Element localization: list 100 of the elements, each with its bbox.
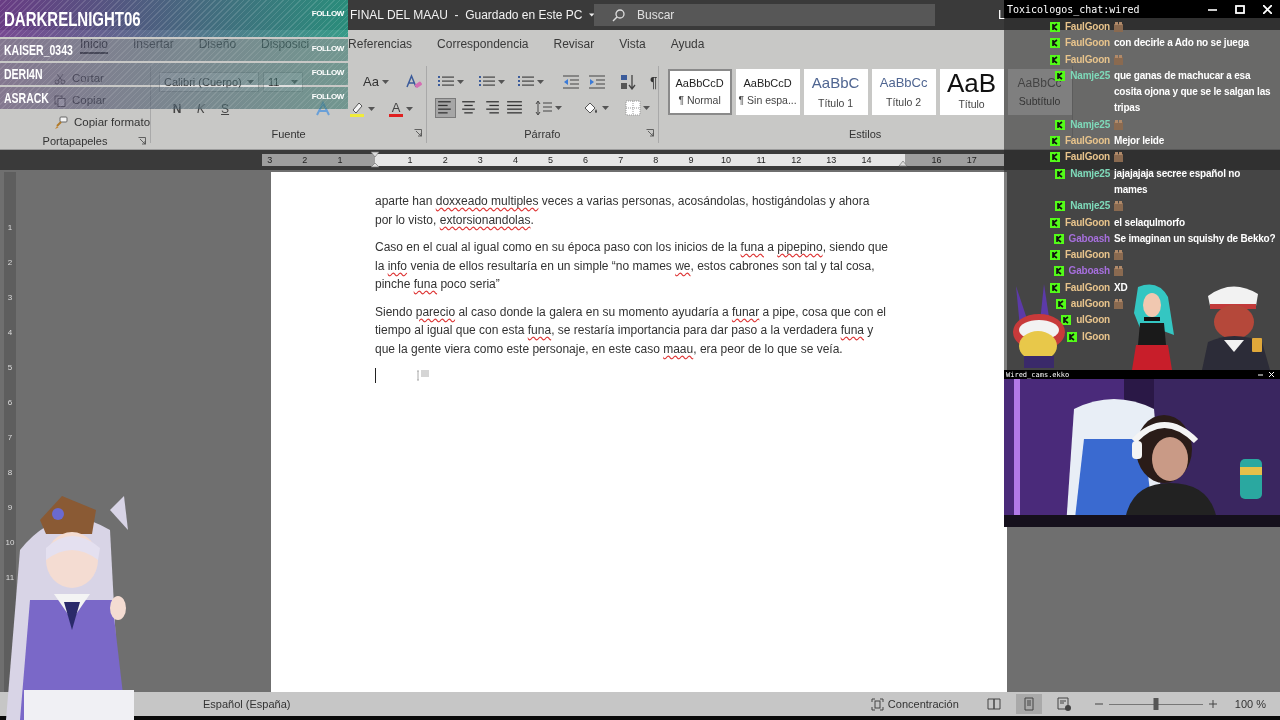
ruler-number: 3	[267, 154, 273, 166]
change-case-button[interactable]: Aa	[363, 72, 389, 92]
ribbon-tab[interactable]: Referencias	[348, 36, 413, 54]
dialog-launcher-icon[interactable]	[645, 129, 654, 137]
zoom-percentage: 100 %	[1234, 696, 1266, 712]
ruler-number: 4	[7, 328, 13, 338]
emote-icon	[1114, 152, 1123, 163]
chat-message: jajajajaja secree español no mames	[1114, 166, 1242, 197]
clipboard-command[interactable]: Copiar formato	[54, 112, 151, 133]
ruler-number: 3	[7, 293, 13, 303]
ruler-number: 1	[7, 223, 13, 233]
ribbon-tab[interactable]: Vista	[619, 36, 646, 54]
minimize-icon[interactable]	[1258, 372, 1263, 377]
copy-icon	[54, 94, 66, 107]
focus-button[interactable]: Concentración	[870, 695, 959, 713]
print-view-icon[interactable]	[1015, 694, 1042, 714]
ruler-number: 14	[861, 154, 872, 166]
search-field[interactable]: Buscar	[594, 4, 935, 26]
ribbon-tab[interactable]: Ayuda	[670, 36, 705, 54]
show-marks-button[interactable]: ¶	[650, 71, 658, 93]
ruler-number: 10	[5, 538, 15, 548]
badge-icon	[1049, 152, 1060, 163]
ribbon-tab[interactable]: Correspondencia	[437, 36, 529, 54]
ruler-number: 13	[826, 154, 837, 166]
badge-icon	[1049, 54, 1060, 65]
badge-icon	[1067, 331, 1078, 342]
dialog-launcher-icon[interactable]	[414, 129, 423, 137]
font-color-button[interactable]: A	[389, 101, 404, 117]
group-label: Párrafo	[524, 126, 561, 142]
line-spacing-icon[interactable]	[535, 100, 554, 116]
ruler-number: 5	[7, 363, 13, 373]
maximize-icon[interactable]	[1235, 4, 1245, 14]
search-input[interactable]: Buscar	[637, 6, 917, 24]
badge-icon	[1061, 315, 1072, 326]
chat-username: ulGoon	[1076, 313, 1110, 328]
ruler-number: 1	[407, 154, 413, 166]
chat-username: FaulGoon	[1064, 20, 1110, 34]
chat-message: Se imaginan un squishy de Bekko?	[1114, 231, 1276, 246]
indent-marker-icon[interactable]	[898, 160, 908, 168]
chat-username: FaulGoon	[1064, 150, 1110, 165]
caret-icon	[406, 107, 414, 111]
ruler-number: 12	[791, 154, 802, 166]
decrease-indent-icon[interactable]	[562, 75, 581, 89]
style-card[interactable]: AaBbCcD ¶ Normal	[667, 69, 732, 115]
style-card[interactable]: AaBbC Título 1	[803, 69, 868, 115]
ruler-number: 7	[618, 154, 624, 166]
paragraph: aparte han doxxeado multiples veces a varias personas, acosándolas, hostigándolas y ahora por lo visto, extorsionandolas.	[375, 193, 870, 229]
ruler-number: 5	[548, 154, 553, 166]
caret-icon	[537, 80, 545, 84]
language-status: Español (España)	[203, 696, 291, 712]
sort-icon[interactable]	[620, 74, 637, 90]
emote-icon	[1114, 22, 1123, 32]
text-effects-icon[interactable]	[315, 101, 332, 117]
caret-icon	[498, 80, 506, 84]
style-card[interactable]: AaBbCc Título 2	[871, 69, 936, 115]
follower-name: KAISER_0343	[4, 40, 73, 60]
caret-icon	[602, 106, 610, 110]
emote-icon	[1114, 250, 1123, 261]
follow-label: FOLLOW	[311, 67, 344, 79]
ruler-number: 1	[337, 154, 343, 166]
chat-username: lGoon	[1082, 329, 1110, 344]
ruler-number: 6	[583, 154, 589, 166]
increase-indent-icon[interactable]	[588, 75, 607, 89]
emote-icon	[1114, 201, 1123, 212]
chat-username: Namje25	[1070, 199, 1110, 214]
follower-name: ASRACK	[4, 88, 49, 108]
align-left-icon[interactable]	[435, 98, 457, 118]
ribbon-tab[interactable]: Revisar	[553, 36, 595, 54]
caret-icon	[588, 13, 594, 17]
style-card[interactable]: AaBbCcD ¶ Sin espa...	[735, 69, 800, 115]
follower-name: DARKRELNIGHT06	[4, 6, 141, 32]
zoom-slider[interactable]	[1108, 698, 1203, 710]
paintbrush-icon	[54, 115, 68, 130]
ruler-number: 10	[721, 154, 731, 166]
paragraph: Caso en el cual al igual como en su época paso con los inicios de la funa a pipepino, siendo que la info venia de ellos resultaría en un simple “no mames we, estos cabrones son tal y tal cosa, pinche funa poco seria”	[375, 239, 889, 293]
badge-icon	[1049, 22, 1060, 32]
scissors-icon	[54, 72, 66, 85]
zoom-out-icon[interactable]	[1094, 700, 1103, 708]
ruler-number: 9	[688, 154, 694, 166]
focus-icon	[870, 697, 884, 711]
indent-marker-icon[interactable]	[370, 151, 380, 169]
dialog-launcher-icon[interactable]	[138, 137, 147, 145]
highlighter-icon[interactable]	[349, 101, 366, 117]
close-icon[interactable]	[1263, 4, 1272, 14]
clear-formatting-icon[interactable]	[404, 74, 423, 90]
ruler-number: 7	[7, 433, 13, 443]
zoom-in-icon[interactable]	[1208, 700, 1217, 708]
chat-message: Mejor leide	[1114, 134, 1165, 149]
chat-message: XD	[1114, 280, 1128, 295]
follow-label: FOLLOW	[311, 8, 344, 20]
badge-icon	[1055, 201, 1066, 212]
style-card[interactable]: AaB Título	[939, 69, 1004, 115]
ruler-number: 8	[7, 468, 13, 478]
caret-icon	[643, 106, 651, 110]
chat-message: que ganas de machucar a esa cosita ojona y que se le salgan las tripas	[1114, 68, 1272, 116]
chat-message: con decirle a Ado no se juega	[1114, 36, 1249, 51]
caret-icon	[247, 80, 255, 84]
search-icon	[612, 8, 625, 22]
chat-window-title: Toxicologos_chat:wired	[1007, 2, 1140, 17]
close-icon[interactable]	[1269, 372, 1274, 377]
